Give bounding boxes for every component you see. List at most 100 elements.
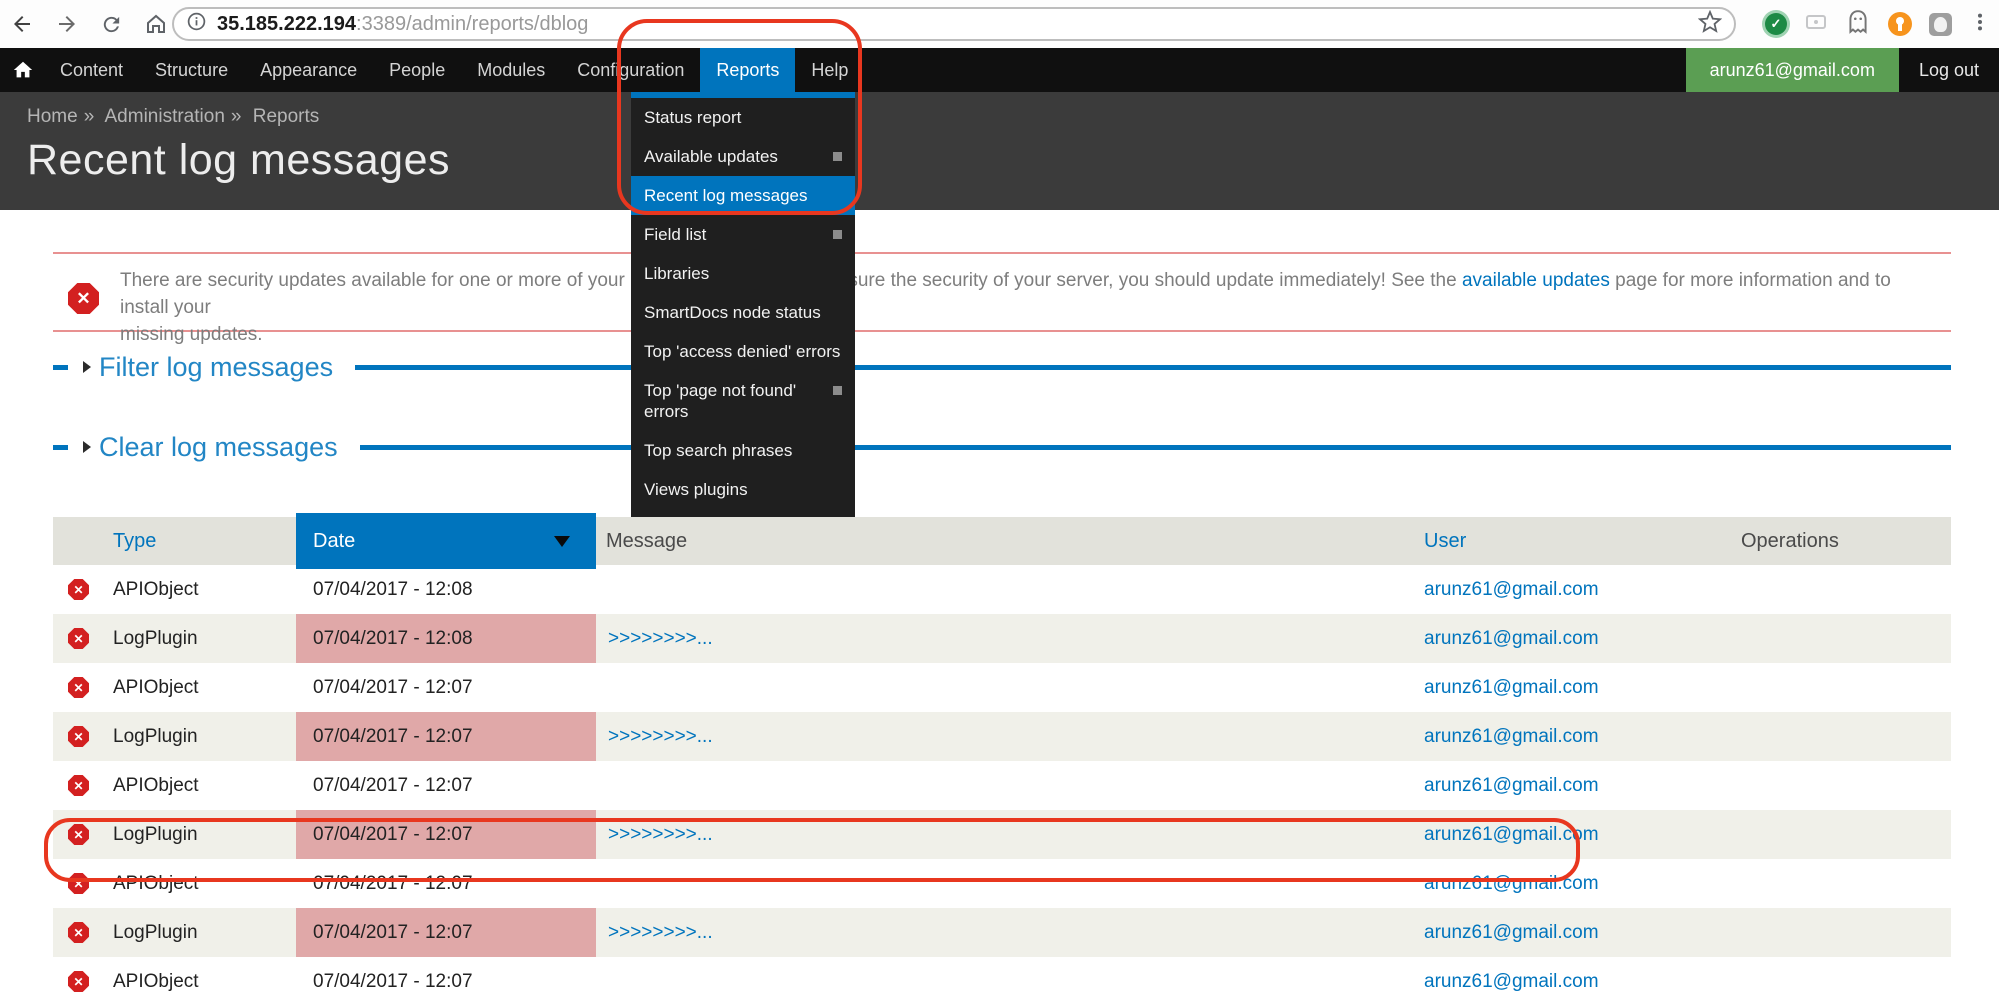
menu-item-libraries[interactable]: Libraries [631,254,855,293]
message-link[interactable]: >>>>>>>>... [608,922,713,943]
column-header-message: Message [596,530,1400,553]
menu-badge-icon [833,152,842,161]
clear-log-messages-toggle[interactable]: Clear log messages [99,432,338,463]
sort-desc-icon [554,536,570,547]
home-icon[interactable] [144,12,168,36]
user-link[interactable]: arunz61@gmail.com [1424,579,1599,600]
extension-vpn-icon[interactable] [1888,12,1912,36]
menu-item-field-list[interactable]: Field list [631,215,855,254]
menu-badge-icon [833,230,842,239]
menu-item-top-search-phrases[interactable]: Top search phrases [631,431,855,470]
column-header-type[interactable]: Type [53,530,296,553]
user-link[interactable]: arunz61@gmail.com [1424,971,1599,992]
user-link[interactable]: arunz61@gmail.com [1424,775,1599,796]
user-link[interactable]: arunz61@gmail.com [1424,628,1599,649]
toolbar-item-configuration[interactable]: Configuration [561,48,700,92]
date-cell: 07/04/2017 - 12:07 [296,761,596,810]
extension-ghost-icon[interactable] [1845,9,1871,40]
toolbar-item-help[interactable]: Help [795,48,864,92]
browser-menu-icon[interactable] [1969,11,1991,38]
page-info-icon[interactable] [186,11,207,37]
operations-cell [1720,565,1951,614]
operations-cell [1720,614,1951,663]
back-icon[interactable] [10,12,34,36]
menu-item-recent-log-messages[interactable]: Recent log messages [631,176,855,215]
logout-button[interactable]: Log out [1899,48,1999,92]
user-link[interactable]: arunz61@gmail.com [1424,873,1599,894]
drupal-home-icon[interactable] [0,48,44,92]
dash-icon [53,445,68,450]
message-link[interactable]: >>>>>>>>... [608,824,713,845]
extension-disabled-icon[interactable] [1804,10,1828,39]
date-cell: 07/04/2017 - 12:07 [296,957,596,1006]
menu-item-status-report[interactable]: Status report [631,98,855,137]
security-warning-message: ✕ There are security updates available f… [53,252,1951,332]
error-icon: ✕ [68,775,89,796]
table-row-highlighted: ✕LogPlugin 07/04/2017 - 12:08 >>>>>>>>..… [53,614,1951,663]
toolbar-item-content[interactable]: Content [44,48,139,92]
toolbar-item-appearance[interactable]: Appearance [244,48,373,92]
reports-dropdown-menu: Status report Available updates Recent l… [631,92,855,517]
url-text[interactable]: 35.185.222.194:3389/admin/reports/dblog [217,13,588,36]
error-icon: ✕ [68,628,89,649]
operations-cell [1720,859,1951,908]
address-bar[interactable]: 35.185.222.194:3389/admin/reports/dblog [172,7,1736,41]
collapsed-arrow-icon [83,361,91,373]
date-cell: 07/04/2017 - 12:07 [296,712,596,761]
date-cell: 07/04/2017 - 12:08 [296,614,596,663]
admin-toolbar: Content Structure Appearance People Modu… [0,48,1999,92]
date-cell: 07/04/2017 - 12:07 [296,663,596,712]
user-link[interactable]: arunz61@gmail.com [1424,824,1599,845]
forward-icon[interactable] [55,12,79,36]
menu-item-views-plugins[interactable]: Views plugins [631,470,855,509]
filter-log-messages-toggle[interactable]: Filter log messages [99,352,333,383]
error-icon: ✕ [68,824,89,845]
message-link[interactable]: >>>>>>>>... [608,628,713,649]
url-path: :3389/admin/reports/dblog [356,13,588,35]
account-button[interactable]: arunz61@gmail.com [1686,48,1899,92]
breadcrumb-administration[interactable]: Administration [105,106,225,127]
breadcrumb-separator: » [231,106,242,127]
security-warning-text: There are security updates available for… [120,267,1930,348]
breadcrumb-reports[interactable]: Reports [253,106,320,127]
browser-chrome: 35.185.222.194:3389/admin/reports/dblog … [0,0,1999,48]
date-cell: 07/04/2017 - 12:07 [296,908,596,957]
menu-item-smartdocs-node-status[interactable]: SmartDocs node status [631,293,855,332]
extension-check-icon[interactable]: ✓ [1765,13,1787,35]
table-row: ✕LogPlugin 07/04/2017 - 12:07 >>>>>>>>..… [53,712,1951,761]
menu-item-available-updates[interactable]: Available updates [631,137,855,176]
table-row: ✕APIObject 07/04/2017 - 12:07 arunz61@gm… [53,663,1951,712]
column-header-date-active[interactable]: Date [296,513,596,569]
date-cell: 07/04/2017 - 12:08 [296,565,596,614]
user-link[interactable]: arunz61@gmail.com [1424,677,1599,698]
menu-badge-icon [833,386,842,395]
dash-icon [53,365,68,370]
column-header-operations: Operations [1720,530,1951,553]
operations-cell [1720,908,1951,957]
breadcrumb-separator: » [84,106,95,127]
table-row: ✕APIObject 07/04/2017 - 12:07 arunz61@gm… [53,957,1951,1006]
available-updates-link[interactable]: available updates [1462,270,1610,291]
breadcrumb-home[interactable]: Home [27,106,78,127]
toolbar-item-structure[interactable]: Structure [139,48,244,92]
page-header: Home» Administration» Reports Recent log… [0,92,1999,210]
user-link[interactable]: arunz61@gmail.com [1424,726,1599,747]
menu-item-top-page-not-found-errors[interactable]: Top 'page not found' errors [631,371,855,431]
error-icon: ✕ [68,579,89,600]
collapsed-arrow-icon [83,441,91,453]
toolbar-item-modules[interactable]: Modules [461,48,561,92]
bookmark-star-icon[interactable] [1698,10,1722,39]
message-link[interactable]: >>>>>>>>... [608,726,713,747]
error-icon: ✕ [68,873,89,894]
refresh-icon[interactable] [100,13,123,36]
column-header-user[interactable]: User [1400,530,1720,553]
fieldset-rule [355,365,1951,370]
extension-notes-icon[interactable] [1929,13,1952,36]
filter-log-messages-fieldset: Filter log messages [53,352,1951,382]
toolbar-item-people[interactable]: People [373,48,461,92]
menu-item-top-access-denied-errors[interactable]: Top 'access denied' errors [631,332,855,371]
user-link[interactable]: arunz61@gmail.com [1424,922,1599,943]
error-icon: ✕ [68,283,99,314]
toolbar-item-reports[interactable]: Reports [700,48,795,92]
url-host: 35.185.222.194 [217,13,356,35]
